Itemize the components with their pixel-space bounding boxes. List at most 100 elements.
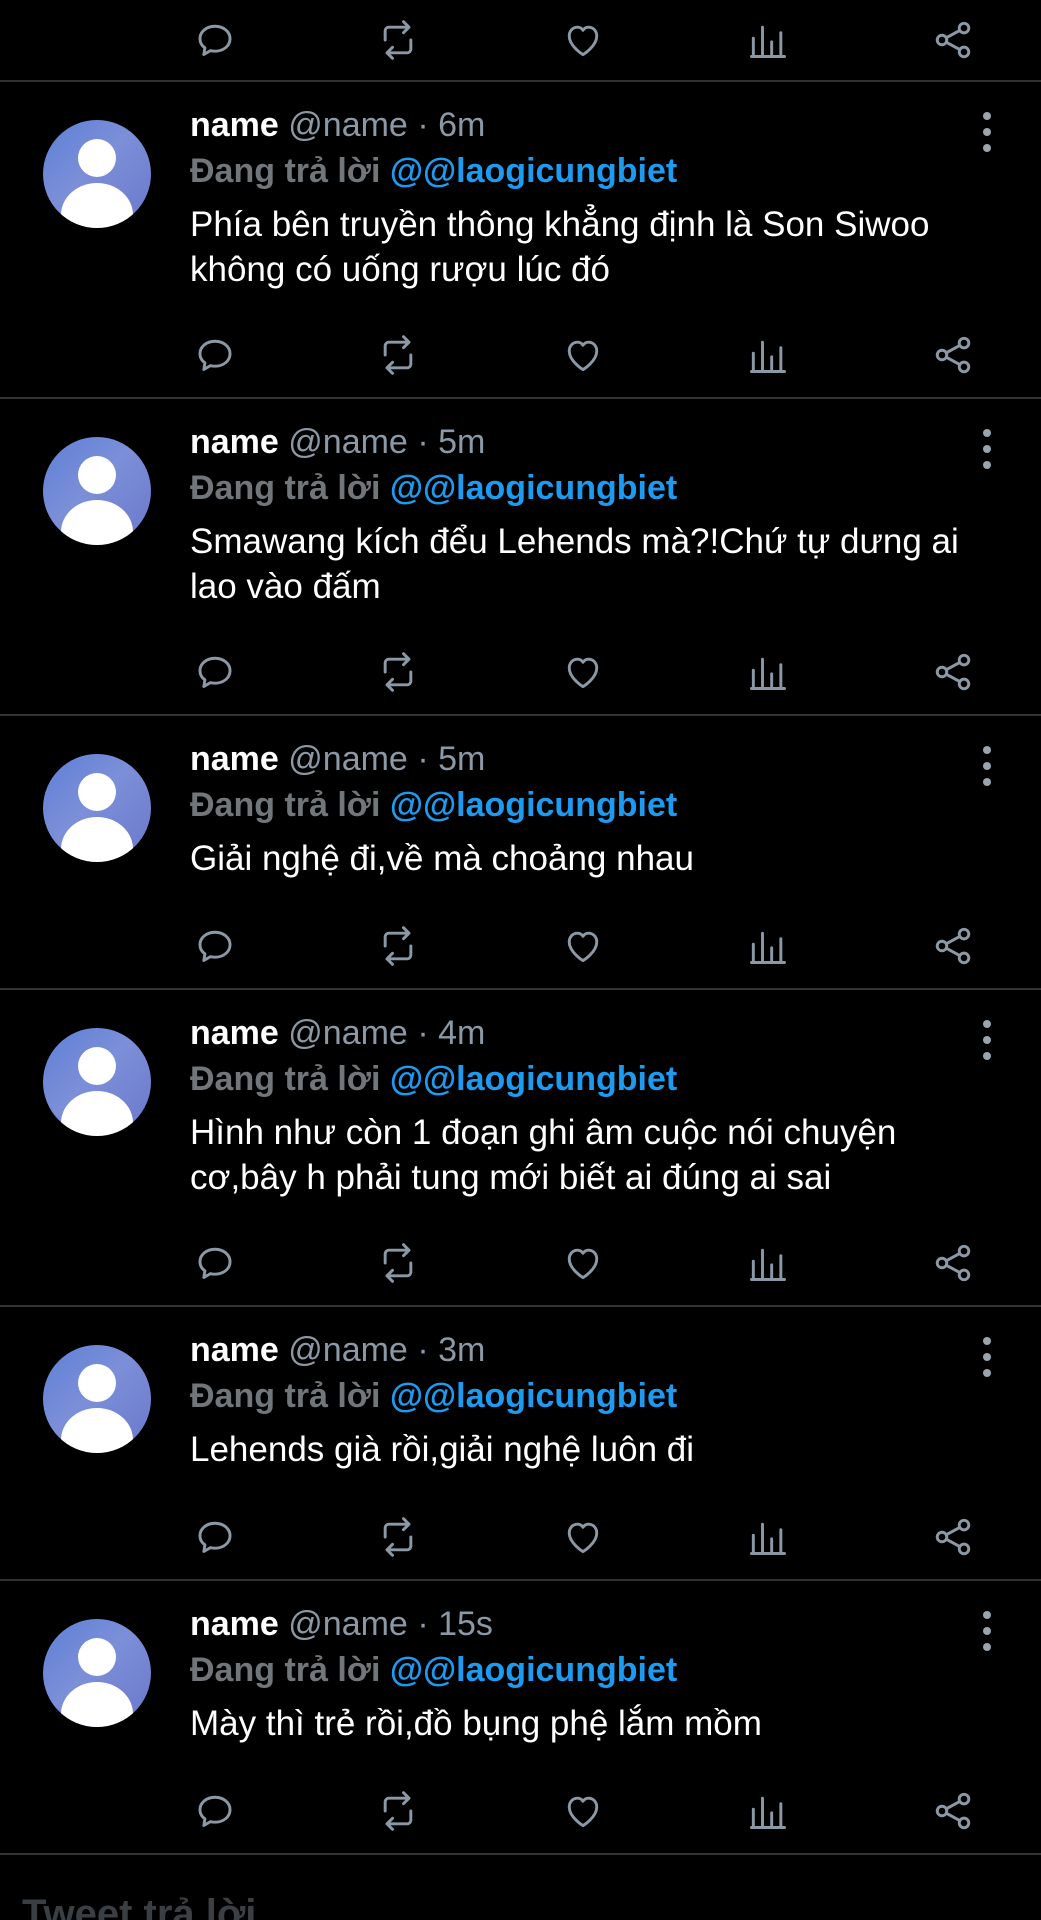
like-button[interactable] (558, 650, 608, 694)
separator-dot: · (417, 1014, 429, 1052)
tweet-content: name @name · 6m Đang trả lời @@laogicung… (190, 102, 1001, 292)
retweet-icon (383, 335, 413, 375)
retweet-icon (383, 926, 413, 966)
display-name[interactable]: name (190, 423, 279, 461)
more-vertical-icon[interactable] (979, 112, 995, 152)
retweet-button[interactable] (373, 650, 423, 694)
tweet[interactable]: name @name · 5m Đang trả lời @@laogicung… (0, 399, 1041, 716)
display-name[interactable]: name (190, 1605, 279, 1643)
replying-to-link[interactable]: @@laogicungbiet (390, 786, 677, 824)
retweet-icon (383, 1791, 413, 1831)
like-button[interactable] (558, 18, 608, 62)
like-button[interactable] (558, 333, 608, 377)
share-icon (935, 1244, 971, 1282)
like-button[interactable] (558, 1789, 608, 1833)
replying-to-link[interactable]: @@laogicungbiet (390, 1377, 677, 1415)
timestamp[interactable]: 6m (438, 106, 485, 144)
tweet-header: name @name · 15s (190, 1601, 1001, 1647)
tweet[interactable]: name @name · 6m Đang trả lời @@laogicung… (0, 82, 1041, 399)
views-button[interactable] (743, 924, 793, 968)
reply-button[interactable] (190, 18, 240, 62)
previous-tweet-actions (0, 0, 1041, 82)
tweet[interactable]: name @name · 5m Đang trả lời @@laogicung… (0, 716, 1041, 990)
display-name[interactable]: name (190, 1331, 279, 1369)
views-button[interactable] (743, 18, 793, 62)
like-button[interactable] (558, 1241, 608, 1285)
avatar[interactable] (43, 437, 151, 545)
share-button[interactable] (928, 1789, 978, 1833)
share-button[interactable] (928, 18, 978, 62)
share-button[interactable] (928, 333, 978, 377)
reply-button[interactable] (190, 1789, 240, 1833)
replying-to-link[interactable]: @@laogicungbiet (390, 152, 677, 190)
retweet-button[interactable] (373, 333, 423, 377)
replying-to-link[interactable]: @@laogicungbiet (390, 469, 677, 507)
user-handle[interactable]: @name (288, 740, 408, 778)
avatar[interactable] (43, 1028, 151, 1136)
action-row (190, 18, 980, 62)
share-button[interactable] (928, 650, 978, 694)
replying-to-link[interactable]: @@laogicungbiet (390, 1651, 677, 1689)
views-button[interactable] (743, 333, 793, 377)
views-button[interactable] (743, 650, 793, 694)
retweet-icon (383, 20, 413, 60)
like-button[interactable] (558, 1515, 608, 1559)
reply-button[interactable] (190, 924, 240, 968)
share-button[interactable] (928, 924, 978, 968)
retweet-button[interactable] (373, 1515, 423, 1559)
display-name[interactable]: name (190, 1014, 279, 1052)
more-vertical-icon[interactable] (979, 1337, 995, 1377)
display-name[interactable]: name (190, 740, 279, 778)
like-button[interactable] (558, 924, 608, 968)
timestamp[interactable]: 5m (438, 740, 485, 778)
display-name[interactable]: name (190, 106, 279, 144)
reply-button[interactable] (190, 1241, 240, 1285)
retweet-button[interactable] (373, 1789, 423, 1833)
avatar[interactable] (43, 754, 151, 862)
share-icon (935, 336, 971, 374)
reply-icon (198, 339, 232, 371)
reply-button[interactable] (190, 650, 240, 694)
avatar[interactable] (43, 120, 151, 228)
avatar[interactable] (43, 1345, 151, 1453)
retweet-button[interactable] (373, 18, 423, 62)
tweet-reply-prompt[interactable]: Tweet trả lời (22, 1892, 256, 1920)
tweet[interactable]: name @name · 3m Đang trả lời @@laogicung… (0, 1307, 1041, 1581)
tweet-content: name @name · 15s Đang trả lời @@laogicun… (190, 1601, 1001, 1746)
views-button[interactable] (743, 1515, 793, 1559)
more-vertical-icon[interactable] (979, 1020, 995, 1060)
user-handle[interactable]: @name (288, 423, 408, 461)
retweet-button[interactable] (373, 924, 423, 968)
reply-button[interactable] (190, 1515, 240, 1559)
views-button[interactable] (743, 1789, 793, 1833)
like-icon (567, 340, 599, 372)
more-vertical-icon[interactable] (979, 429, 995, 469)
share-button[interactable] (928, 1241, 978, 1285)
more-vertical-icon[interactable] (979, 1611, 995, 1651)
replying-to: Đang trả lời @@laogicungbiet (190, 1373, 1001, 1419)
retweet-button[interactable] (373, 1241, 423, 1285)
user-handle[interactable]: @name (288, 1014, 408, 1052)
timestamp[interactable]: 4m (438, 1014, 485, 1052)
timestamp[interactable]: 15s (438, 1605, 493, 1643)
replying-to-link[interactable]: @@laogicungbiet (390, 1060, 677, 1098)
tweet[interactable]: name @name · 15s Đang trả lời @@laogicun… (0, 1581, 1041, 1855)
replying-to-label: Đang trả lời (190, 1377, 381, 1415)
avatar-head (78, 1364, 116, 1402)
avatar[interactable] (43, 1619, 151, 1727)
timestamp[interactable]: 5m (438, 423, 485, 461)
tweet[interactable]: name @name · 4m Đang trả lời @@laogicung… (0, 990, 1041, 1307)
reply-icon (198, 1795, 232, 1827)
reply-button[interactable] (190, 333, 240, 377)
more-vertical-icon[interactable] (979, 746, 995, 786)
user-handle[interactable]: @name (288, 106, 408, 144)
share-button[interactable] (928, 1515, 978, 1559)
user-handle[interactable]: @name (288, 1605, 408, 1643)
replying-to: Đang trả lời @@laogicungbiet (190, 465, 1001, 511)
views-icon (750, 657, 786, 690)
replying-to-label: Đang trả lời (190, 1060, 381, 1098)
separator-dot: · (417, 1331, 429, 1369)
timestamp[interactable]: 3m (438, 1331, 485, 1369)
user-handle[interactable]: @name (288, 1331, 408, 1369)
views-button[interactable] (743, 1241, 793, 1285)
